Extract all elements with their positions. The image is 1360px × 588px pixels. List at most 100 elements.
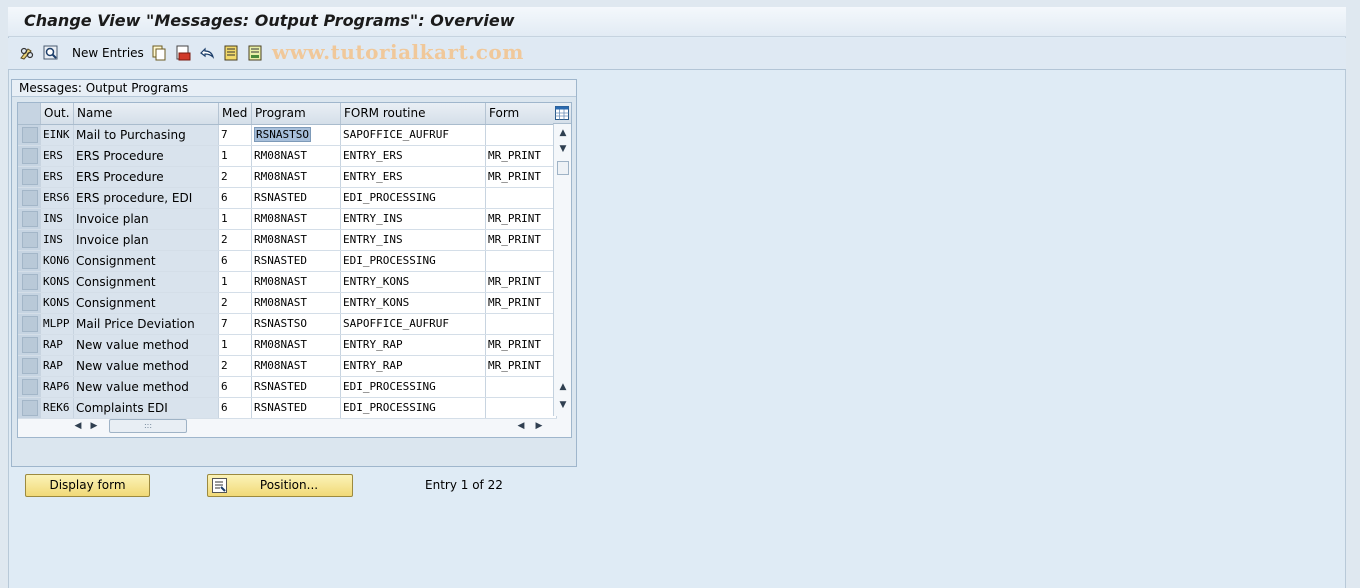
row-selector[interactable]: [18, 187, 41, 209]
cell-form-routine[interactable]: SAPOFFICE_AUFRUF: [340, 124, 486, 146]
cell-form[interactable]: MR_PRINT: [485, 145, 557, 167]
table-row[interactable]: RAP6 New value method 6 RSNASTED EDI_PROCESS…: [18, 376, 557, 398]
cell-form[interactable]: MR_PRINT: [485, 208, 557, 230]
row-selector[interactable]: [18, 229, 41, 251]
scroll-down-icon[interactable]: ▼: [556, 142, 570, 156]
table-settings-icon[interactable]: [553, 103, 571, 124]
table-row[interactable]: ERS ERS Procedure 2 RM08NAST ENTRY_ERS MR_PRI…: [18, 166, 557, 188]
row-selector[interactable]: [18, 145, 41, 167]
cell-program[interactable]: RSNASTED: [251, 397, 341, 419]
row-selector[interactable]: [18, 355, 41, 377]
row-select-box[interactable]: [22, 126, 38, 143]
row-select-box[interactable]: [22, 357, 38, 374]
row-selector[interactable]: [18, 250, 41, 272]
scroll-left-end-icon[interactable]: ◀: [514, 419, 528, 433]
copy-icon[interactable]: [150, 44, 168, 62]
cell-program[interactable]: RM08NAST: [251, 229, 341, 251]
cell-form-routine[interactable]: SAPOFFICE_AUFRUF: [340, 313, 486, 335]
table-row[interactable]: KON6 Consignment 6 RSNASTED EDI_PROCESSING: [18, 250, 557, 272]
cell-form-routine[interactable]: EDI_PROCESSING: [340, 376, 486, 398]
scroll-left-icon[interactable]: ◀: [71, 419, 85, 433]
cell-program[interactable]: RSNASTED: [251, 187, 341, 209]
table-row[interactable]: ERS6 ERS procedure, EDI 6 RSNASTED EDI_PROCE…: [18, 187, 557, 209]
find-icon[interactable]: [42, 44, 60, 62]
cell-med[interactable]: 2: [218, 166, 252, 188]
row-select-box[interactable]: [22, 273, 38, 290]
cell-form-routine[interactable]: ENTRY_ERS: [340, 145, 486, 167]
cell-form[interactable]: MR_PRINT: [485, 166, 557, 188]
cell-program[interactable]: RM08NAST: [251, 208, 341, 230]
cell-med[interactable]: 1: [218, 208, 252, 230]
position-button[interactable]: Position...: [207, 474, 353, 497]
row-selector[interactable]: [18, 313, 41, 335]
cell-form[interactable]: MR_PRINT: [485, 229, 557, 251]
cell-program[interactable]: RM08NAST: [251, 292, 341, 314]
row-select-box[interactable]: [22, 336, 38, 353]
cell-form[interactable]: [485, 376, 557, 398]
cell-form-routine[interactable]: ENTRY_RAP: [340, 355, 486, 377]
row-select-box[interactable]: [22, 378, 38, 395]
row-select-box[interactable]: [22, 252, 38, 269]
cell-med[interactable]: 7: [218, 124, 252, 146]
row-selector[interactable]: [18, 124, 41, 146]
cell-form-routine[interactable]: ENTRY_KONS: [340, 271, 486, 293]
display-form-button[interactable]: Display form: [25, 474, 150, 497]
table-row[interactable]: KONS Consignment 2 RM08NAST ENTRY_KONS MR_PRI…: [18, 292, 557, 314]
cell-form-routine[interactable]: ENTRY_KONS: [340, 292, 486, 314]
select-all-icon[interactable]: [222, 44, 240, 62]
scroll-up-icon[interactable]: ▲: [556, 126, 570, 140]
row-select-box[interactable]: [22, 210, 38, 227]
cell-program[interactable]: RM08NAST: [251, 271, 341, 293]
column-header-name[interactable]: Name: [73, 103, 219, 125]
select-all-rows-header[interactable]: [18, 103, 41, 125]
column-header-form[interactable]: Form: [485, 103, 557, 125]
row-select-box[interactable]: [22, 147, 38, 164]
vertical-scrollbar[interactable]: ▲ ▼ ▲ ▼: [553, 124, 571, 416]
column-header-program[interactable]: Program: [251, 103, 341, 125]
cell-program[interactable]: RSNASTED: [251, 250, 341, 272]
table-row[interactable]: MLPP Mail Price Deviation 7 RSNASTSO SAPOFFI…: [18, 313, 557, 335]
cell-form[interactable]: MR_PRINT: [485, 355, 557, 377]
column-header-out[interactable]: Out.: [40, 103, 74, 125]
table-row[interactable]: KONS Consignment 1 RM08NAST ENTRY_KONS MR_PRI…: [18, 271, 557, 293]
cell-form[interactable]: [485, 124, 557, 146]
delete-icon[interactable]: [174, 44, 192, 62]
cell-med[interactable]: 2: [218, 229, 252, 251]
cell-program[interactable]: RM08NAST: [251, 145, 341, 167]
cell-med[interactable]: 6: [218, 250, 252, 272]
cell-form[interactable]: [485, 397, 557, 419]
row-selector[interactable]: [18, 271, 41, 293]
row-select-box[interactable]: [22, 231, 38, 248]
column-header-form-routine[interactable]: FORM routine: [340, 103, 486, 125]
scroll-right-end-icon[interactable]: ▶: [532, 419, 546, 433]
table-row[interactable]: ERS ERS Procedure 1 RM08NAST ENTRY_ERS MR_PRI…: [18, 145, 557, 167]
row-selector[interactable]: [18, 166, 41, 188]
cell-form-routine[interactable]: EDI_PROCESSING: [340, 397, 486, 419]
cell-form-routine[interactable]: ENTRY_ERS: [340, 166, 486, 188]
cell-med[interactable]: 6: [218, 397, 252, 419]
cell-form-routine[interactable]: ENTRY_INS: [340, 208, 486, 230]
cell-program[interactable]: RM08NAST: [251, 166, 341, 188]
undo-icon[interactable]: [198, 44, 216, 62]
page-up-icon[interactable]: ▲: [556, 380, 570, 394]
cell-med[interactable]: 7: [218, 313, 252, 335]
cell-form[interactable]: MR_PRINT: [485, 334, 557, 356]
row-select-box[interactable]: [22, 399, 38, 416]
table-row[interactable]: INS Invoice plan 1 RM08NAST ENTRY_INS MR_PRIN…: [18, 208, 557, 230]
table-row[interactable]: RAP New value method 1 RM08NAST ENTRY_RAP MR_…: [18, 334, 557, 356]
cell-form[interactable]: MR_PRINT: [485, 271, 557, 293]
cell-med[interactable]: 2: [218, 292, 252, 314]
horizontal-scrollbar[interactable]: ◀ ▶ ::: ◀ ▶: [70, 416, 553, 436]
table-row[interactable]: RAP New value method 2 RM08NAST ENTRY_RAP MR_…: [18, 355, 557, 377]
cell-form-routine[interactable]: ENTRY_RAP: [340, 334, 486, 356]
horizontal-scroll-thumb[interactable]: :::: [109, 419, 187, 433]
cell-form[interactable]: [485, 187, 557, 209]
cell-form[interactable]: [485, 250, 557, 272]
cell-med[interactable]: 2: [218, 355, 252, 377]
scroll-thumb[interactable]: [557, 161, 569, 175]
page-down-icon[interactable]: ▼: [556, 398, 570, 412]
column-header-med[interactable]: Med: [218, 103, 252, 125]
cell-med[interactable]: 1: [218, 271, 252, 293]
row-selector[interactable]: [18, 376, 41, 398]
row-selector[interactable]: [18, 334, 41, 356]
